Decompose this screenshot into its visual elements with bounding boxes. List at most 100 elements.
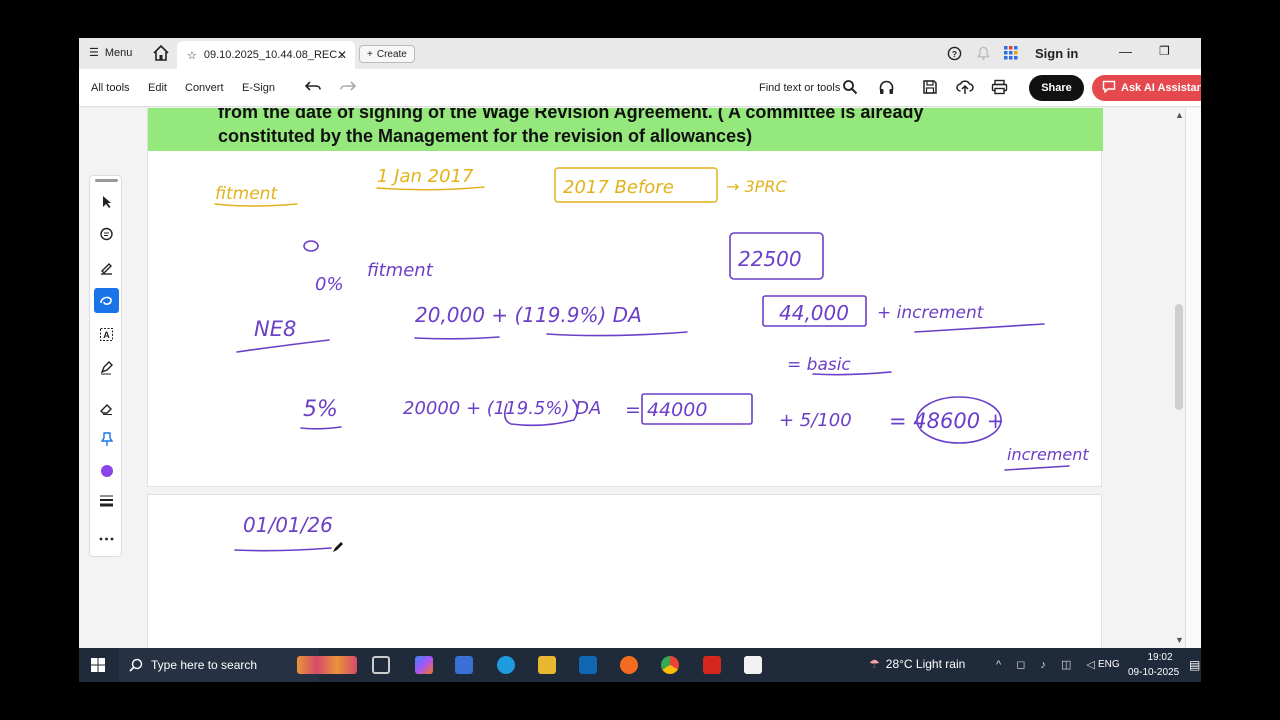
capcut-icon[interactable] (744, 656, 762, 674)
eraser-tool[interactable] (94, 396, 119, 421)
tab-title: 09.10.2025_10.44.08_REC.. (203, 49, 344, 61)
task-view-icon[interactable] (372, 656, 390, 674)
all-tools-tab[interactable]: All tools (91, 82, 130, 94)
svg-text:?: ? (952, 49, 957, 59)
scroll-down-arrow-icon[interactable]: ▼ (1175, 635, 1184, 645)
ask-ai-assistant-button[interactable]: Ask AI Assistant (1092, 75, 1201, 101)
search-icon[interactable] (842, 79, 858, 95)
stroke-width-tool[interactable] (94, 488, 119, 513)
pen-nib-icon (100, 361, 113, 375)
restore-button[interactable]: ❐ (1159, 44, 1170, 58)
find-text-label[interactable]: Find text or tools (759, 82, 840, 94)
share-label: Share (1041, 82, 1072, 94)
select-tool[interactable] (94, 189, 119, 214)
freehand-draw-icon (100, 296, 112, 305)
firefox-icon[interactable] (620, 656, 638, 674)
notification-icon[interactable]: ▤ (1189, 658, 1200, 672)
copilot-icon[interactable] (415, 656, 433, 674)
share-button[interactable]: Share (1029, 75, 1084, 101)
color-picker[interactable] (94, 458, 119, 483)
menu-button[interactable]: ☰ Menu (89, 46, 132, 60)
search-icon (129, 658, 143, 672)
main-toolbar: All tools Edit Convert E-Sign Find text … (79, 69, 1201, 107)
hamburger-icon: ☰ (89, 47, 99, 59)
ink-note-five-percent: 5% (303, 397, 338, 422)
edge-icon[interactable] (497, 656, 515, 674)
edit-tab[interactable]: Edit (148, 82, 167, 94)
weather-text: 28°C Light rain (885, 657, 966, 671)
ink-note-zero-percent: 0% (315, 274, 344, 295)
rail-drag-handle[interactable] (95, 179, 118, 182)
headphones-icon[interactable] (878, 79, 895, 96)
apps-grid-icon[interactable] (1003, 45, 1018, 60)
close-tab-icon[interactable]: ✕ (337, 48, 347, 62)
ink-note-44000: 44,000 (779, 301, 849, 325)
redo-icon[interactable] (339, 80, 357, 94)
ink-note-increment-2: increment (1007, 445, 1089, 464)
more-tools-button[interactable] (94, 526, 119, 551)
search-highlight-icon[interactable] (297, 656, 357, 674)
esign-tab[interactable]: E-Sign (242, 82, 275, 94)
draw-tool-active[interactable] (94, 288, 119, 313)
star-icon[interactable]: ☆ (187, 49, 197, 62)
scrollbar-thumb[interactable] (1175, 304, 1183, 410)
language-indicator[interactable]: ENG (1098, 659, 1120, 670)
acrobat-window: ☰ Menu ☆ 09.10.2025_10.44.08_REC.. ✕ + C… (79, 38, 1201, 682)
acrobat-icon[interactable] (703, 656, 721, 674)
ink-note-48600: = 48600 + (889, 409, 1004, 433)
color-swatch-icon (100, 464, 113, 477)
taskbar-search-box[interactable]: Type here to search (119, 648, 319, 682)
ink-note-fitment: fitment (215, 184, 278, 204)
upload-cloud-icon[interactable] (956, 79, 974, 95)
cursor-arrow-icon (102, 195, 111, 208)
eraser-icon (100, 404, 112, 415)
ink-annotations: fitment 1 Jan 2017 2017 Before → 3PRC 0%… (214, 166, 1089, 552)
bell-icon[interactable] (976, 45, 991, 61)
plus-icon: + (367, 48, 373, 60)
minimize-button[interactable]: — (1119, 44, 1132, 59)
vertical-scrollbar[interactable] (1173, 108, 1185, 648)
create-button[interactable]: + Create (359, 45, 415, 63)
text-box-icon: A (100, 328, 113, 341)
ink-note-increment: + increment (877, 303, 985, 323)
chrome-icon[interactable] (661, 656, 679, 674)
scroll-up-arrow-icon[interactable]: ▲ (1175, 110, 1184, 120)
ai-chat-icon (1102, 80, 1116, 96)
ink-note-five-over-100: + 5/100 (779, 410, 852, 431)
ink-note-date-010126: 01/01/26 (243, 513, 333, 537)
highlight-tool[interactable] (94, 255, 119, 280)
line-weight-icon (100, 495, 113, 507)
undo-icon[interactable] (304, 80, 322, 94)
sign-tool[interactable] (94, 355, 119, 380)
ink-note-fitment-2: fitment (367, 260, 434, 281)
create-label: Create (376, 48, 407, 60)
store-icon[interactable] (455, 656, 473, 674)
weather-widget[interactable]: ☂ 28°C Light rain (869, 657, 965, 671)
ink-note-eq-44000: = 44000 (625, 399, 707, 421)
more-dots-icon (99, 537, 114, 540)
comment-tool[interactable] (94, 222, 119, 247)
comment-icon (100, 227, 113, 241)
document-tab[interactable]: ☆ 09.10.2025_10.44.08_REC.. ✕ (177, 41, 355, 69)
print-icon[interactable] (991, 79, 1008, 95)
ai-label: Ask AI Assistant (1121, 82, 1201, 94)
clock-date[interactable]: 09-10-2025 (1128, 667, 1179, 678)
home-icon[interactable] (152, 44, 170, 62)
convert-tab[interactable]: Convert (185, 82, 224, 94)
pin-tool[interactable] (94, 427, 119, 452)
document-viewport[interactable]: from the date of signing of the Wage Rev… (79, 108, 1201, 648)
save-icon[interactable] (922, 79, 938, 95)
windows-taskbar: Type here to search ☂ 28°C Light rain ^ … (79, 648, 1201, 682)
help-icon[interactable]: ? (947, 46, 962, 61)
sign-in-link[interactable]: Sign in (1035, 46, 1078, 61)
outlook-icon[interactable] (579, 656, 597, 674)
file-explorer-icon[interactable] (538, 656, 556, 674)
ink-note-jan-2017: 1 Jan 2017 (377, 166, 474, 187)
clock-time[interactable]: 19:02 (1140, 652, 1180, 663)
pin-icon (100, 432, 113, 446)
ink-note-basic: = basic (787, 355, 851, 375)
windows-start-icon[interactable] (91, 658, 105, 672)
ink-note-formula-2: 20000 + (119.5%) DA (403, 398, 601, 419)
text-box-tool[interactable]: A (94, 322, 119, 347)
system-tray-icons[interactable]: ^ ◻ ♪ ◫ ◁ (996, 658, 1101, 671)
